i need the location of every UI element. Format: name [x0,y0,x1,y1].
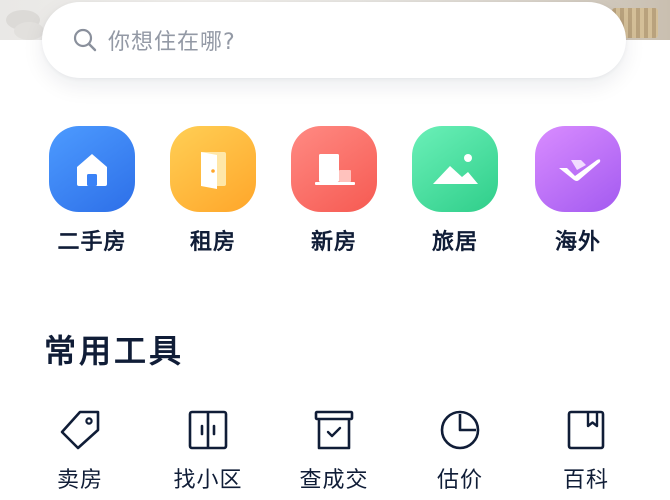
pie-chart-icon [440,410,480,450]
nav-item-new-home[interactable]: 新房 [279,126,389,256]
search-placeholder: 你想住在哪? [108,30,236,55]
tool-label-find-community: 找小区 [173,468,243,493]
tools-grid: 卖房 找小区 查成交 估价 百科 [0,408,670,500]
nav-label-rent: 租房 [189,230,236,255]
nav-item-rent[interactable]: 租房 [158,126,268,256]
nav-label-overseas: 海外 [554,230,601,255]
nav-label-travel-stay: 旅居 [431,230,478,255]
airplane-icon [535,126,621,212]
nav-label-new-home: 新房 [310,230,357,255]
bookmark-book-icon [567,410,605,450]
tools-section-title: 常用工具 [44,332,185,370]
house-icon [49,126,135,212]
tool-valuation[interactable]: 估价 [405,408,515,494]
tool-sell-house[interactable]: 卖房 [25,408,135,494]
door-icon [170,126,256,212]
tool-label-valuation: 估价 [436,468,483,493]
tool-find-community[interactable]: 找小区 [153,408,263,494]
category-nav: 二手房 租房 新房 旅居 海外 [0,126,670,256]
tool-encyclopedia[interactable]: 百科 [531,408,641,494]
search-icon [73,28,97,52]
building-icon [291,126,377,212]
landscape-icon [412,126,498,212]
nav-item-travel-stay[interactable]: 旅居 [400,126,510,256]
nav-label-second-hand: 二手房 [57,230,127,255]
double-door-icon [188,410,228,450]
archive-box-icon [314,410,354,450]
tool-label-sell-house: 卖房 [56,468,103,493]
nav-item-second-hand[interactable]: 二手房 [37,126,147,256]
tool-label-check-deals: 查成交 [299,468,369,493]
price-tag-icon [60,410,100,450]
tool-label-encyclopedia: 百科 [562,468,609,493]
nav-item-overseas[interactable]: 海外 [523,126,633,256]
tool-check-deals[interactable]: 查成交 [279,408,389,494]
search-bar[interactable]: 你想住在哪? [42,2,626,78]
